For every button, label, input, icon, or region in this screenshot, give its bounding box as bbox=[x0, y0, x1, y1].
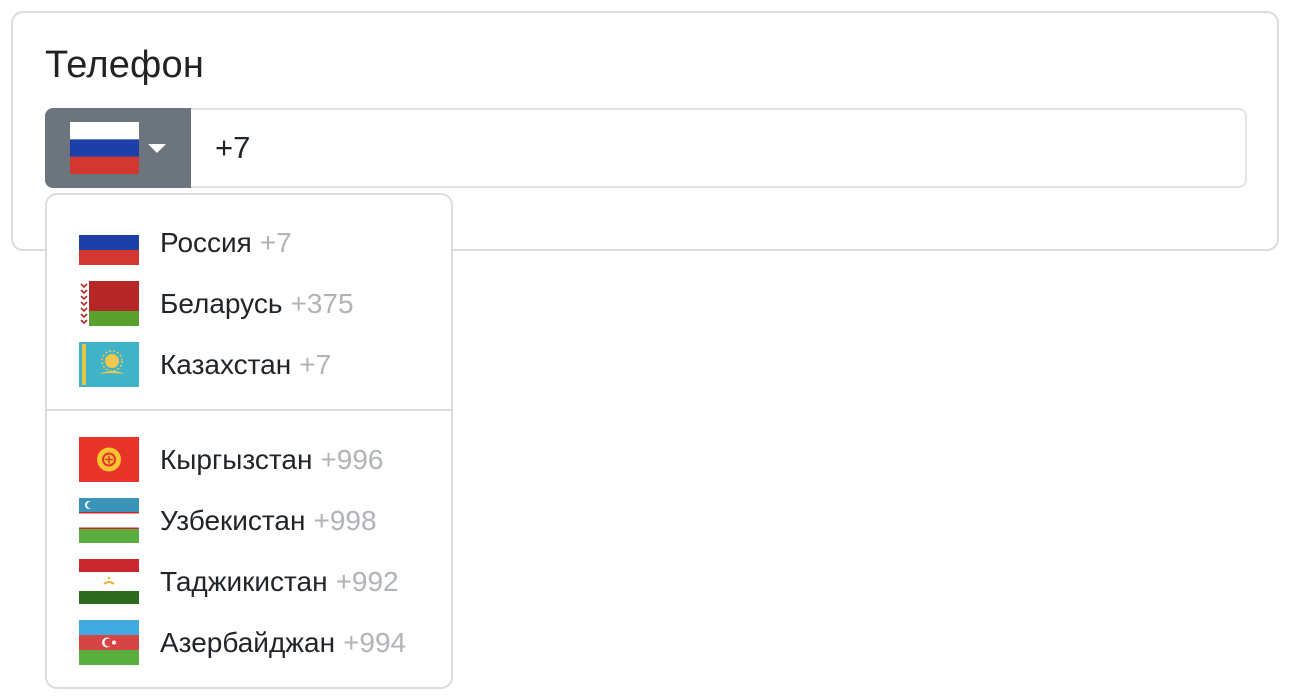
russia-flag-icon bbox=[79, 220, 139, 265]
azerbaijan-flag-icon bbox=[79, 620, 139, 665]
country-name: Таджикистан bbox=[160, 566, 328, 597]
chevron-down-icon bbox=[148, 144, 166, 153]
country-option-kazakhstan[interactable]: Казахстан +7 bbox=[47, 335, 451, 395]
belarus-flag-icon bbox=[79, 281, 139, 326]
country-option-kyrgyzstan[interactable]: Кыргызстан +996 bbox=[47, 430, 451, 490]
country-code: +992 bbox=[335, 566, 399, 597]
country-code: +998 bbox=[313, 505, 377, 536]
russia-flag-icon bbox=[70, 122, 139, 174]
country-code: +994 bbox=[343, 627, 407, 658]
uzbekistan-flag-icon bbox=[79, 498, 139, 543]
country-option-azerbaijan[interactable]: Азербайджан +994 bbox=[47, 613, 451, 673]
country-code: +7 bbox=[299, 349, 332, 380]
country-option-russia[interactable]: Россия +7 bbox=[47, 213, 451, 273]
country-select-button[interactable] bbox=[45, 108, 191, 188]
country-name: Кыргызстан bbox=[160, 444, 313, 475]
country-name: Азербайджан bbox=[160, 627, 336, 658]
phone-input-group bbox=[45, 108, 1247, 188]
country-option-tajikistan[interactable]: Таджикистан +992 bbox=[47, 552, 451, 612]
tajikistan-flag-icon bbox=[79, 559, 139, 604]
country-option-uzbekistan[interactable]: Узбекистан +998 bbox=[47, 491, 451, 551]
country-name: Узбекистан bbox=[160, 505, 306, 536]
country-option-belarus[interactable]: Беларусь +375 bbox=[47, 274, 451, 334]
dropdown-divider bbox=[47, 409, 451, 411]
country-dropdown-menu: Россия +7 Беларусь +375 Казахстан +7 Кыр… bbox=[45, 193, 453, 689]
country-code: +996 bbox=[320, 444, 384, 475]
country-code: +7 bbox=[259, 227, 292, 258]
phone-label: Телефон bbox=[45, 44, 205, 86]
country-name: Беларусь bbox=[160, 288, 283, 319]
kazakhstan-flag-icon bbox=[79, 342, 139, 387]
country-name: Россия bbox=[160, 227, 252, 258]
kyrgyzstan-flag-icon bbox=[79, 437, 139, 482]
country-code: +375 bbox=[290, 288, 354, 319]
phone-number-input[interactable] bbox=[191, 108, 1247, 188]
country-name: Казахстан bbox=[160, 349, 292, 380]
